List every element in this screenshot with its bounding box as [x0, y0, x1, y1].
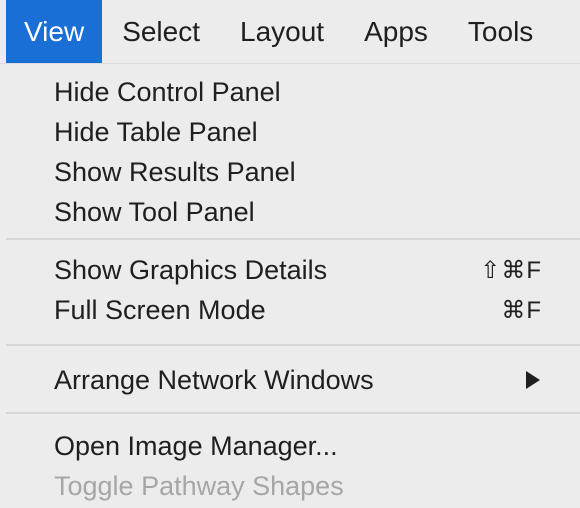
menu-item-label: Hide Control Panel — [54, 76, 281, 107]
menu-item-open-image-manager[interactable]: Open Image Manager... — [6, 426, 580, 466]
menu-item-toggle-pathway-shapes: Toggle Pathway Shapes — [6, 466, 580, 506]
view-menu-dropdown: Hide Control Panel Hide Table Panel Show… — [6, 64, 580, 508]
menu-apps[interactable]: Apps — [344, 0, 448, 63]
menu-item-label: Hide Table Panel — [54, 116, 258, 147]
menu-item-show-tool-panel[interactable]: Show Tool Panel — [6, 192, 580, 232]
menu-bar: View Select Layout Apps Tools — [0, 0, 580, 64]
menu-item-label: Toggle Pathway Shapes — [54, 470, 344, 501]
menu-item-label: Full Screen Mode — [54, 294, 266, 325]
submenu-arrow-icon — [526, 371, 540, 389]
menu-separator — [6, 412, 580, 414]
menu-item-label: Open Image Manager... — [54, 430, 338, 461]
menu-separator — [6, 238, 580, 240]
keyboard-shortcut: ⌘F — [501, 296, 542, 324]
menu-item-label: Arrange Network Windows — [54, 364, 374, 395]
menu-item-arrange-network-windows[interactable]: Arrange Network Windows — [6, 360, 580, 400]
keyboard-shortcut: ⇧⌘F — [480, 256, 542, 284]
menu-select[interactable]: Select — [102, 0, 220, 63]
menu-item-label: Show Tool Panel — [54, 196, 255, 227]
menu-item-show-graphics-details[interactable]: Show Graphics Details ⇧⌘F — [6, 250, 580, 290]
screen: View Select Layout Apps Tools Hide Contr… — [0, 0, 580, 508]
menu-layout[interactable]: Layout — [220, 0, 344, 63]
menu-item-label: Show Results Panel — [54, 156, 296, 187]
menu-view[interactable]: View — [6, 0, 103, 63]
menu-item-show-results-panel[interactable]: Show Results Panel — [6, 152, 580, 192]
menu-item-hide-table-panel[interactable]: Hide Table Panel — [6, 112, 580, 152]
menu-item-label: Show Graphics Details — [54, 254, 328, 285]
menu-separator — [6, 344, 580, 346]
menu-tools[interactable]: Tools — [448, 0, 553, 63]
menu-item-hide-control-panel[interactable]: Hide Control Panel — [6, 72, 580, 112]
menu-item-full-screen-mode[interactable]: Full Screen Mode ⌘F — [6, 290, 580, 330]
